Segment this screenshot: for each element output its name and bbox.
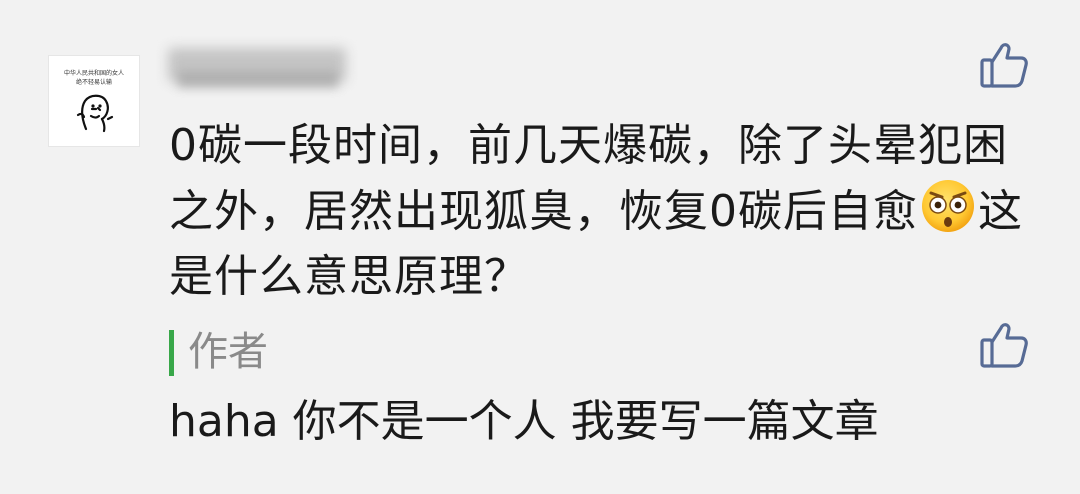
author-reply-text: haha 你不是一个人 我要写一篇文章 [169, 396, 879, 447]
thumbs-up-icon [980, 43, 1028, 88]
avatar-text-line-2: 绝不轻易认输 [75, 79, 112, 86]
author-label: 作者 [188, 329, 268, 375]
comment-text: 0碳一段时间，前几天爆碳，除了头晕犯困之外，居然出现狐臭，恢复0碳后自愈 这是什… [169, 113, 1029, 309]
author-indicator-bar [169, 330, 174, 376]
username-obscured-shadow [178, 72, 338, 88]
avatar-text-line-1: 中华人民共和国的女人 [63, 70, 124, 77]
comment-like-button[interactable] [976, 38, 1032, 90]
thumbs-up-icon [980, 323, 1028, 368]
comment-avatar[interactable]: 中华人民共和国的女人 绝不轻易认输 [48, 55, 140, 147]
meme-figure-icon [76, 94, 114, 133]
shocked-face-icon [922, 180, 974, 232]
comment-text-part-1: 0碳一段时间，前几天爆碳，除了头晕犯困之外，居然出现狐臭，恢复0碳后自愈 [169, 120, 1008, 237]
reply-like-button[interactable] [976, 318, 1032, 370]
